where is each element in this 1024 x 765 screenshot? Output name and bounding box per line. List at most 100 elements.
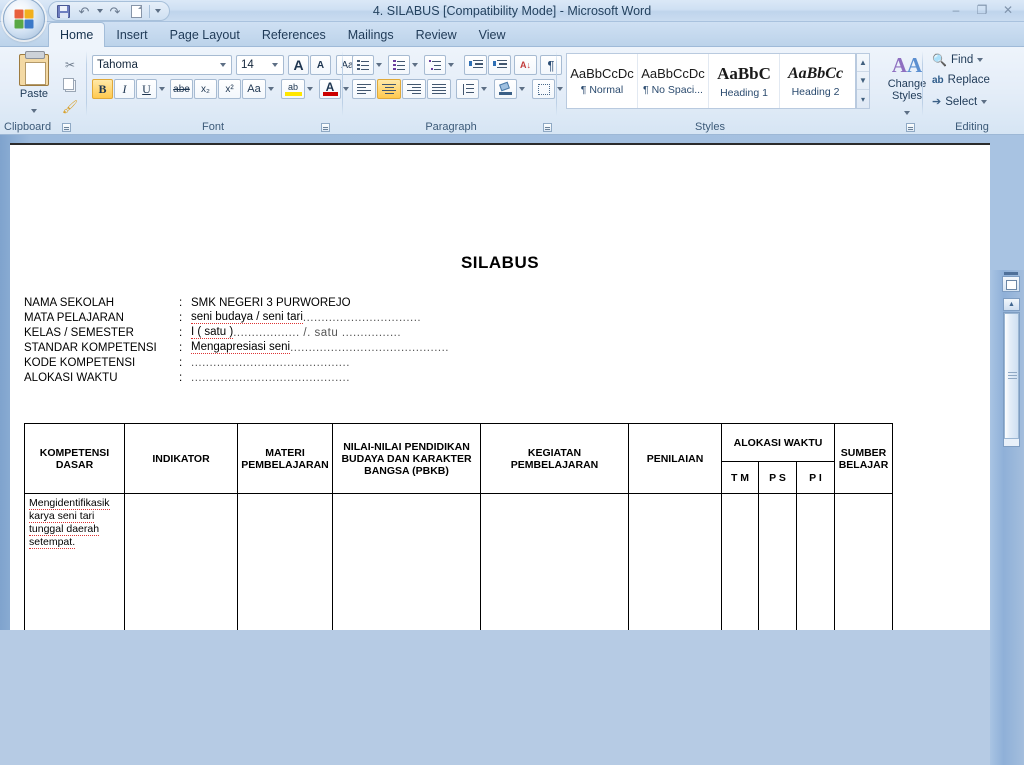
style-item-heading-2[interactable]: AaBbCc Heading 2 <box>780 54 851 108</box>
paragraph-dialog-launcher[interactable] <box>543 123 552 132</box>
save-button[interactable] <box>53 3 73 20</box>
tab-review[interactable]: Review <box>405 24 468 47</box>
font-name-combo[interactable]: Tahoma <box>92 55 232 75</box>
decrease-indent-button[interactable] <box>464 55 487 75</box>
cell-pi[interactable] <box>796 493 835 630</box>
borders-button[interactable] <box>532 79 555 99</box>
grow-font-button[interactable]: A <box>288 55 309 75</box>
copy-button[interactable] <box>60 76 80 95</box>
cell-indikator[interactable] <box>124 493 238 630</box>
font-color-button[interactable]: A <box>319 79 341 99</box>
cell-penilaian[interactable] <box>628 493 722 630</box>
cell-kegiatan[interactable] <box>480 493 629 630</box>
chevron-down-icon <box>155 9 161 13</box>
align-right-button[interactable] <box>402 79 426 99</box>
increase-indent-button[interactable] <box>488 55 511 75</box>
underline-dropdown[interactable] <box>157 79 167 99</box>
format-painter-button[interactable]: 🖌 <box>60 97 80 116</box>
tab-references[interactable]: References <box>251 24 337 47</box>
style-item-normal[interactable]: AaBbCcDc ¶ Normal <box>567 54 638 108</box>
line-spacing-dropdown[interactable] <box>479 79 489 99</box>
document-page[interactable]: SILABUS NAMA SEKOLAH : SMK NEGERI 3 PURW… <box>10 143 990 630</box>
multilevel-list-dropdown[interactable] <box>446 55 456 75</box>
restore-button[interactable]: ❐ <box>972 2 992 17</box>
font-dialog-launcher[interactable] <box>321 123 330 132</box>
bold-button[interactable]: B <box>92 79 113 99</box>
select-browse-object-button[interactable] <box>1002 276 1020 292</box>
tab-view[interactable]: View <box>468 24 517 47</box>
highlight-button[interactable]: ab <box>281 79 305 99</box>
styles-scroll-down-button[interactable]: ▼ <box>857 72 869 90</box>
paste-button[interactable]: Paste <box>10 51 58 114</box>
style-preview: AaBbCc <box>787 64 844 82</box>
highlight-icon: ab <box>287 82 298 92</box>
meta-row: ALOKASI WAKTU : ........................… <box>24 370 990 385</box>
style-item-no-spacing[interactable]: AaBbCcDc ¶ No Spaci... <box>638 54 709 108</box>
bullets-dropdown[interactable] <box>374 55 384 75</box>
minimize-button[interactable]: – <box>946 2 966 17</box>
justify-button[interactable] <box>427 79 451 99</box>
separator-1 <box>86 51 87 116</box>
grow-font-label: A <box>293 57 304 73</box>
subscript-button[interactable]: x₂ <box>194 79 217 99</box>
undo-dropdown-button[interactable] <box>95 3 104 20</box>
customize-qat-button[interactable] <box>153 3 163 20</box>
header-tm: T M <box>721 461 759 494</box>
align-center-button[interactable] <box>377 79 401 99</box>
paste-dropdown[interactable] <box>10 100 58 118</box>
ribbon-tab-bar: Home Insert Page Layout References Maili… <box>0 22 1024 47</box>
vertical-scrollbar[interactable] <box>1003 312 1020 447</box>
scroll-up-button[interactable]: ▲ <box>1003 298 1020 311</box>
tab-home[interactable]: Home <box>48 22 106 47</box>
scrollbar-thumb[interactable] <box>1004 313 1019 439</box>
office-button[interactable] <box>3 0 45 40</box>
multilevel-list-button[interactable] <box>424 55 446 75</box>
cell-materi[interactable] <box>237 493 333 630</box>
styles-scroll-up-button[interactable]: ▲ <box>857 54 869 72</box>
styles-dialog-launcher[interactable] <box>906 123 915 132</box>
styles-more-button[interactable]: ▾ <box>857 90 869 108</box>
shading-button[interactable] <box>494 79 517 99</box>
redo-icon: ↷ <box>109 3 121 19</box>
shrink-font-button[interactable]: A <box>310 55 331 75</box>
underline-button[interactable]: U <box>136 79 157 99</box>
shading-dropdown[interactable] <box>517 79 527 99</box>
line-spacing-button[interactable] <box>456 79 479 99</box>
tab-page-layout[interactable]: Page Layout <box>159 24 251 47</box>
close-button[interactable]: ✕ <box>998 2 1018 17</box>
change-case-dropdown[interactable] <box>266 79 276 99</box>
clipboard-dialog-launcher[interactable] <box>62 123 71 132</box>
new-document-button[interactable] <box>126 3 146 20</box>
style-item-heading-1[interactable]: AaBbC Heading 1 <box>709 54 780 108</box>
group-clipboard: Paste ✂ 🖌 Clipboard <box>0 47 86 135</box>
tab-insert[interactable]: Insert <box>105 24 158 47</box>
sort-button[interactable]: A↓ <box>514 55 537 75</box>
highlight-dropdown[interactable] <box>305 79 315 99</box>
font-size-combo[interactable]: 14 <box>236 55 284 75</box>
select-button[interactable]: ➔ Select <box>932 95 988 108</box>
italic-button[interactable]: I <box>114 79 135 99</box>
cell-ps[interactable] <box>758 493 797 630</box>
show-formatting-marks-button[interactable]: ¶ <box>540 55 562 75</box>
tab-mailings[interactable]: Mailings <box>337 24 405 47</box>
meta-row: NAMA SEKOLAH : SMK NEGERI 3 PURWOREJO <box>24 295 990 310</box>
redo-button[interactable]: ↷ <box>105 3 125 20</box>
copy-icon <box>62 77 76 92</box>
find-button[interactable]: 🔍 Find <box>932 53 984 67</box>
cell-kompetensi-dasar[interactable]: Mengidentifikasik karya seni tari tungga… <box>24 493 125 630</box>
cell-tm[interactable] <box>721 493 759 630</box>
numbering-button[interactable] <box>388 55 410 75</box>
cell-sumber[interactable] <box>834 493 893 630</box>
cell-pbkb[interactable] <box>332 493 481 630</box>
change-case-button[interactable]: Aa <box>242 79 266 99</box>
align-left-button[interactable] <box>352 79 376 99</box>
undo-button[interactable]: ↶ <box>74 3 94 20</box>
style-name: ¶ Normal <box>580 84 624 96</box>
numbering-dropdown[interactable] <box>410 55 420 75</box>
cut-button[interactable]: ✂ <box>60 55 80 74</box>
bullets-button[interactable] <box>352 55 374 75</box>
replace-button[interactable]: ab Replace <box>932 74 990 86</box>
silabus-table[interactable]: KOMPETENSI DASAR INDIKATOR MATERI PEMBEL… <box>24 423 893 630</box>
superscript-button[interactable]: x² <box>218 79 241 99</box>
strikethrough-button[interactable]: abe <box>170 79 193 99</box>
